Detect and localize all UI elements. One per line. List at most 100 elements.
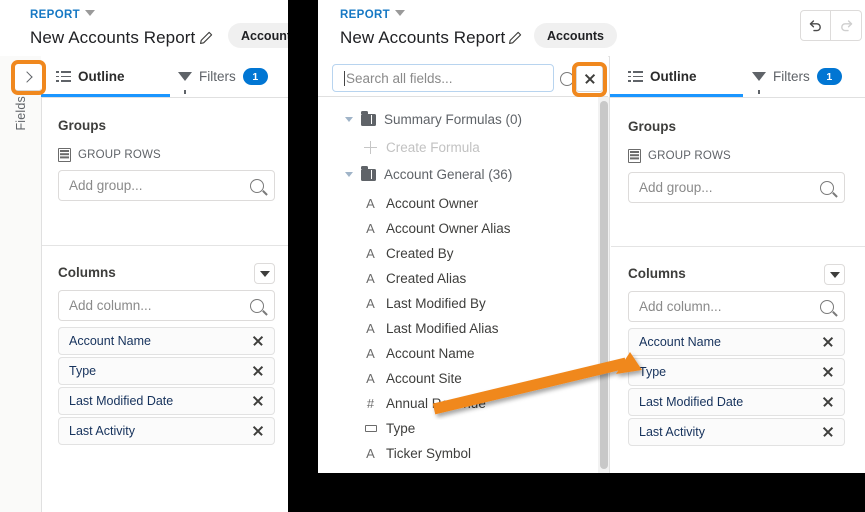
fields-scrollbar-thumb[interactable] <box>599 101 608 469</box>
column-chip[interactable]: Last Activity <box>58 417 275 445</box>
close-icon[interactable] <box>822 396 834 408</box>
column-chip[interactable]: Last Modified Date <box>628 388 845 416</box>
close-icon[interactable] <box>252 365 264 377</box>
columns-section-title: Columns <box>58 265 116 280</box>
undo-button[interactable] <box>800 10 831 41</box>
field-label: Ticker Symbol <box>386 446 472 461</box>
field-row-type[interactable]: Type <box>364 421 415 436</box>
add-column-placeholder: Add column... <box>639 299 722 314</box>
column-chip[interactable]: Account Name <box>58 327 275 355</box>
caret-down-icon <box>85 10 96 16</box>
field-label: Account Site <box>386 371 462 386</box>
tab-outline[interactable]: Outline <box>56 56 125 97</box>
twisty-open-icon[interactable] <box>345 172 353 177</box>
field-label: Created By <box>386 246 454 261</box>
group-rows-label-row: GROUP ROWS <box>628 149 731 163</box>
fields-list[interactable]: Summary Formulas (0) Create Formula Acco… <box>318 97 601 473</box>
field-label: Last Modified By <box>386 296 486 311</box>
close-fields-panel-button[interactable] <box>576 65 603 92</box>
folder-summary-formulas[interactable]: Summary Formulas (0) <box>345 110 522 127</box>
column-chip[interactable]: Type <box>58 357 275 385</box>
search-icon <box>820 299 834 314</box>
add-group-placeholder: Add group... <box>639 180 713 195</box>
field-row[interactable]: A Last Modified By <box>364 296 486 311</box>
pencil-icon[interactable] <box>508 31 522 45</box>
report-label-wrap[interactable]: REPORT <box>30 9 96 21</box>
field-row[interactable]: A Created By <box>364 246 454 261</box>
tab-filters[interactable]: Filters 1 <box>178 56 268 97</box>
field-row[interactable]: A Account Name <box>364 346 474 361</box>
tab-outline-label: Outline <box>650 69 697 84</box>
column-chip-label: Last Modified Date <box>69 394 174 408</box>
outline-list-icon <box>628 71 643 82</box>
create-formula-action[interactable]: Create Formula <box>364 140 480 155</box>
columns-menu-button[interactable] <box>824 264 845 285</box>
group-rows-label: GROUP ROWS <box>78 149 161 161</box>
filters-count-badge: 1 <box>242 68 268 85</box>
report-label-wrap[interactable]: REPORT <box>340 9 406 21</box>
tab-filters[interactable]: Filters 1 <box>752 56 842 97</box>
folder-icon <box>361 110 376 126</box>
field-type-text-icon: A <box>366 321 375 336</box>
field-row[interactable]: A Account Owner Alias <box>364 221 511 236</box>
close-icon[interactable] <box>252 425 264 437</box>
columns-menu-button[interactable] <box>254 263 275 284</box>
close-icon[interactable] <box>252 335 264 347</box>
close-icon[interactable] <box>822 336 834 348</box>
close-icon <box>584 73 596 85</box>
funnel-icon <box>752 72 766 94</box>
field-row[interactable]: A Last Modified Alias <box>364 321 498 336</box>
close-icon[interactable] <box>822 426 834 438</box>
field-row[interactable]: A Account Owner <box>364 196 478 211</box>
add-column-input[interactable]: Add column... <box>58 290 275 321</box>
field-type-text-icon: A <box>366 271 375 286</box>
field-label: Created Alias <box>386 271 467 286</box>
field-type-text-icon: A <box>366 346 375 361</box>
column-chip[interactable]: Account Name <box>628 328 845 356</box>
field-type-picklist-icon <box>364 425 377 432</box>
groups-columns-divider <box>611 246 865 247</box>
column-chip-type[interactable]: Type <box>628 358 845 386</box>
caret-down-icon <box>395 10 406 16</box>
column-chip-label: Last Activity <box>69 424 135 438</box>
add-group-input[interactable]: Add group... <box>58 170 275 201</box>
close-icon[interactable] <box>822 366 834 378</box>
search-scope-button[interactable] <box>560 72 583 91</box>
field-label: Account Owner Alias <box>386 221 511 236</box>
column-chip-label: Account Name <box>639 335 721 349</box>
search-input[interactable]: Search all fields... <box>332 64 554 92</box>
folder-label: Account General (36) <box>384 167 513 182</box>
tab-outline[interactable]: Outline <box>628 56 697 97</box>
add-group-input[interactable]: Add group... <box>628 172 845 203</box>
folder-account-general[interactable]: Account General (36) <box>345 165 513 182</box>
tab-active-underline <box>41 94 170 97</box>
fields-panel-right-border <box>609 56 610 473</box>
close-icon[interactable] <box>252 395 264 407</box>
left-report-header: REPORT New Accounts Report Accounts <box>0 0 288 57</box>
twisty-open-icon[interactable] <box>345 117 353 122</box>
object-badge[interactable]: Accounts <box>228 23 288 48</box>
search-icon <box>250 298 264 313</box>
expand-fields-button[interactable] <box>14 63 42 91</box>
add-column-input[interactable]: Add column... <box>628 291 845 322</box>
undo-redo-group <box>800 10 862 41</box>
report-label: REPORT <box>340 9 391 21</box>
field-label: Annual Revenue <box>386 396 486 411</box>
field-row-annual-revenue[interactable]: # Annual Revenue <box>364 396 486 411</box>
search-icon <box>820 180 834 195</box>
create-formula-label: Create Formula <box>386 140 480 155</box>
field-type-text-icon: A <box>366 371 375 386</box>
column-chip[interactable]: Last Modified Date <box>58 387 275 415</box>
field-row[interactable]: A Ticker Symbol <box>364 446 471 461</box>
undo-arrow-icon <box>809 20 821 32</box>
field-row[interactable]: A Created Alias <box>364 271 466 286</box>
groups-section-title: Groups <box>58 118 107 133</box>
search-icon <box>250 178 264 193</box>
outline-list-icon <box>56 71 71 82</box>
field-row[interactable]: A Account Site <box>364 371 462 386</box>
field-type-text-icon: A <box>366 446 375 461</box>
column-chip[interactable]: Last Activity <box>628 418 845 446</box>
pencil-icon[interactable] <box>199 31 213 45</box>
object-badge[interactable]: Accounts <box>534 23 617 48</box>
redo-button[interactable] <box>831 10 862 41</box>
